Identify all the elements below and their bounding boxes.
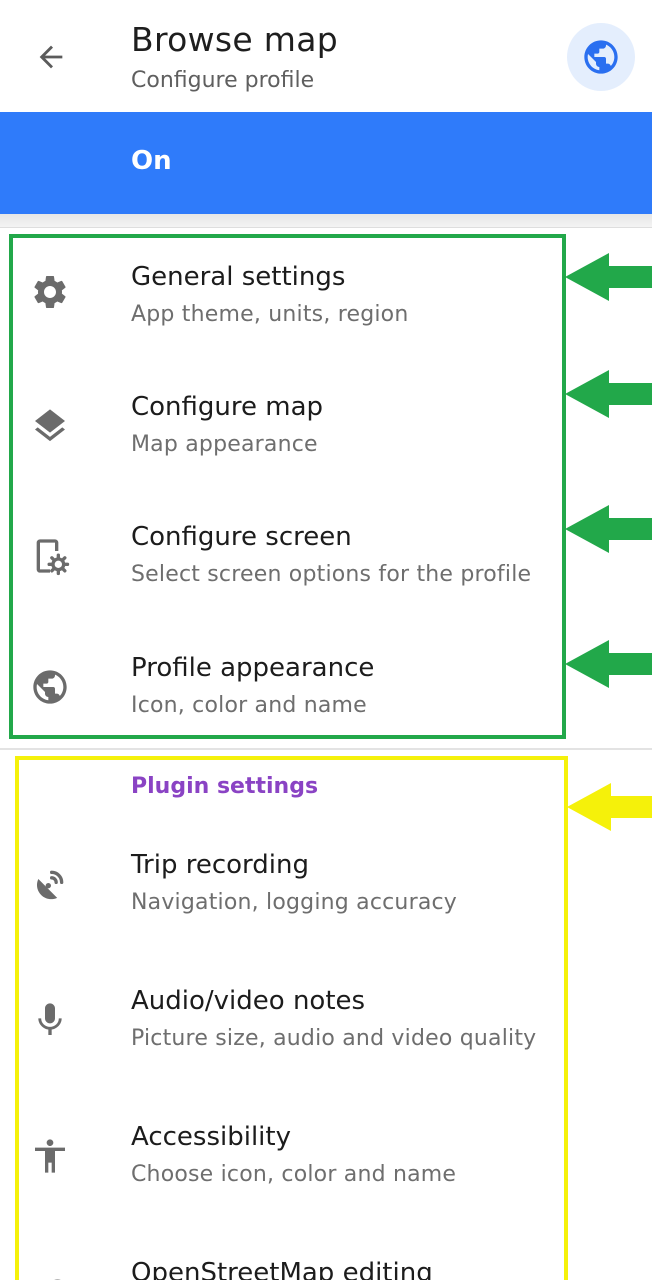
osm-icon (28, 1270, 72, 1280)
layers-icon (28, 404, 72, 448)
general-settings-item[interactable]: General settings App theme, units, regio… (0, 262, 652, 352)
item-description: Choose icon, color and name (131, 1162, 457, 1187)
item-description: Navigation, logging accuracy (131, 890, 458, 915)
globe-icon (28, 665, 72, 709)
item-title: Configure screen (131, 522, 352, 552)
microphone-icon (28, 998, 72, 1042)
item-description: Picture size, audio and video quality (131, 1026, 537, 1051)
arrow-left-icon (39, 45, 63, 69)
audio-video-notes-item[interactable]: Audio/video notes Picture size, audio an… (0, 986, 652, 1076)
configure-map-item[interactable]: Configure map Map appearance (0, 392, 652, 482)
gear-icon (28, 270, 72, 314)
accessibility-item[interactable]: Accessibility Choose icon, color and nam… (0, 1122, 652, 1212)
page-subtitle: Configure profile (131, 68, 315, 93)
app-bar: Browse map Configure profile (0, 0, 652, 112)
item-description: App theme, units, region (131, 302, 409, 327)
page-title: Browse map (131, 20, 338, 59)
back-button[interactable] (28, 34, 74, 80)
item-title: Accessibility (131, 1122, 291, 1152)
item-description: Select screen options for the profile (131, 562, 532, 587)
profile-button[interactable] (567, 23, 635, 91)
toggle-label: On (131, 146, 172, 176)
section-divider (0, 214, 652, 228)
plugin-settings-header: Plugin settings (131, 774, 319, 799)
item-title: Audio/video notes (131, 986, 366, 1016)
item-title: OpenStreetMap editing (131, 1258, 433, 1280)
item-title: Trip recording (131, 850, 310, 880)
screen-settings-icon (28, 534, 72, 578)
yellow-arrow-icon (567, 783, 652, 831)
item-title: Profile appearance (131, 653, 375, 683)
accessibility-icon (28, 1134, 72, 1178)
section-divider (0, 748, 652, 750)
profile-appearance-item[interactable]: Profile appearance Icon, color and name (0, 653, 652, 743)
item-title: Configure map (131, 392, 324, 422)
satellite-dish-icon (28, 862, 72, 906)
item-description: Icon, color and name (131, 693, 367, 718)
configure-screen-item[interactable]: Configure screen Select screen options f… (0, 522, 652, 612)
item-description: Map appearance (131, 432, 318, 457)
profile-toggle-bar[interactable]: On (0, 112, 652, 214)
globe-icon (584, 40, 618, 74)
item-title: General settings (131, 262, 346, 292)
trip-recording-item[interactable]: Trip recording Navigation, logging accur… (0, 850, 652, 940)
openstreetmap-editing-item[interactable]: OpenStreetMap editing (0, 1258, 652, 1280)
